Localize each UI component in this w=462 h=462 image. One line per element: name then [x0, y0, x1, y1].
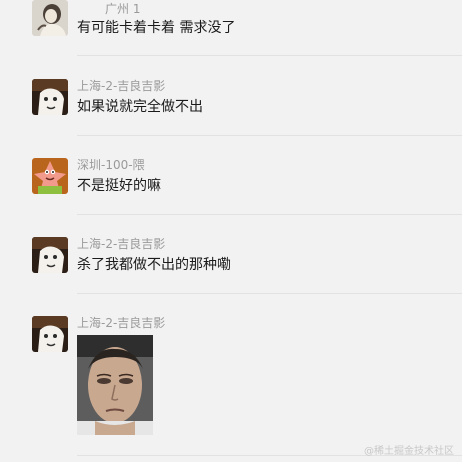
sender-name: 上海-2-吉良吉影 [77, 316, 166, 330]
sketch-girl-avatar-icon [32, 0, 68, 36]
message-text: 有可能卡着卡着 需求没了 [77, 20, 236, 36]
sender-name: 上海-2-吉良吉影 [77, 237, 166, 251]
message-text: 如果说就完全做不出 [77, 99, 203, 115]
message-text: 不是挺好的嘛 [77, 178, 161, 194]
fist-cartoon-avatar-icon [32, 316, 68, 352]
patrick-star-avatar-icon [32, 158, 68, 194]
avatar[interactable] [32, 237, 68, 273]
tired-face-sticker-icon [77, 335, 153, 435]
chat-window: 广州 1 有可能卡着卡着 需求没了 上海-2-吉良吉影 如果说就完全做不出 深圳… [0, 0, 462, 462]
tired-face-sticker[interactable] [77, 335, 153, 435]
sender-name: 广州 1 [105, 2, 141, 16]
divider [77, 293, 462, 294]
divider [77, 55, 462, 56]
sender-name: 深圳-100-隈 [77, 158, 145, 172]
message-text: 杀了我都做不出的那种嘞 [77, 257, 231, 273]
avatar[interactable] [32, 79, 68, 115]
sender-name: 上海-2-吉良吉影 [77, 79, 166, 93]
avatar[interactable] [32, 0, 68, 36]
divider [77, 214, 462, 215]
watermark: @稀土掘金技术社区 [364, 446, 454, 457]
avatar[interactable] [32, 316, 68, 352]
avatar[interactable] [32, 158, 68, 194]
divider [77, 135, 462, 136]
fist-cartoon-avatar-icon [32, 237, 68, 273]
fist-cartoon-avatar-icon [32, 79, 68, 115]
